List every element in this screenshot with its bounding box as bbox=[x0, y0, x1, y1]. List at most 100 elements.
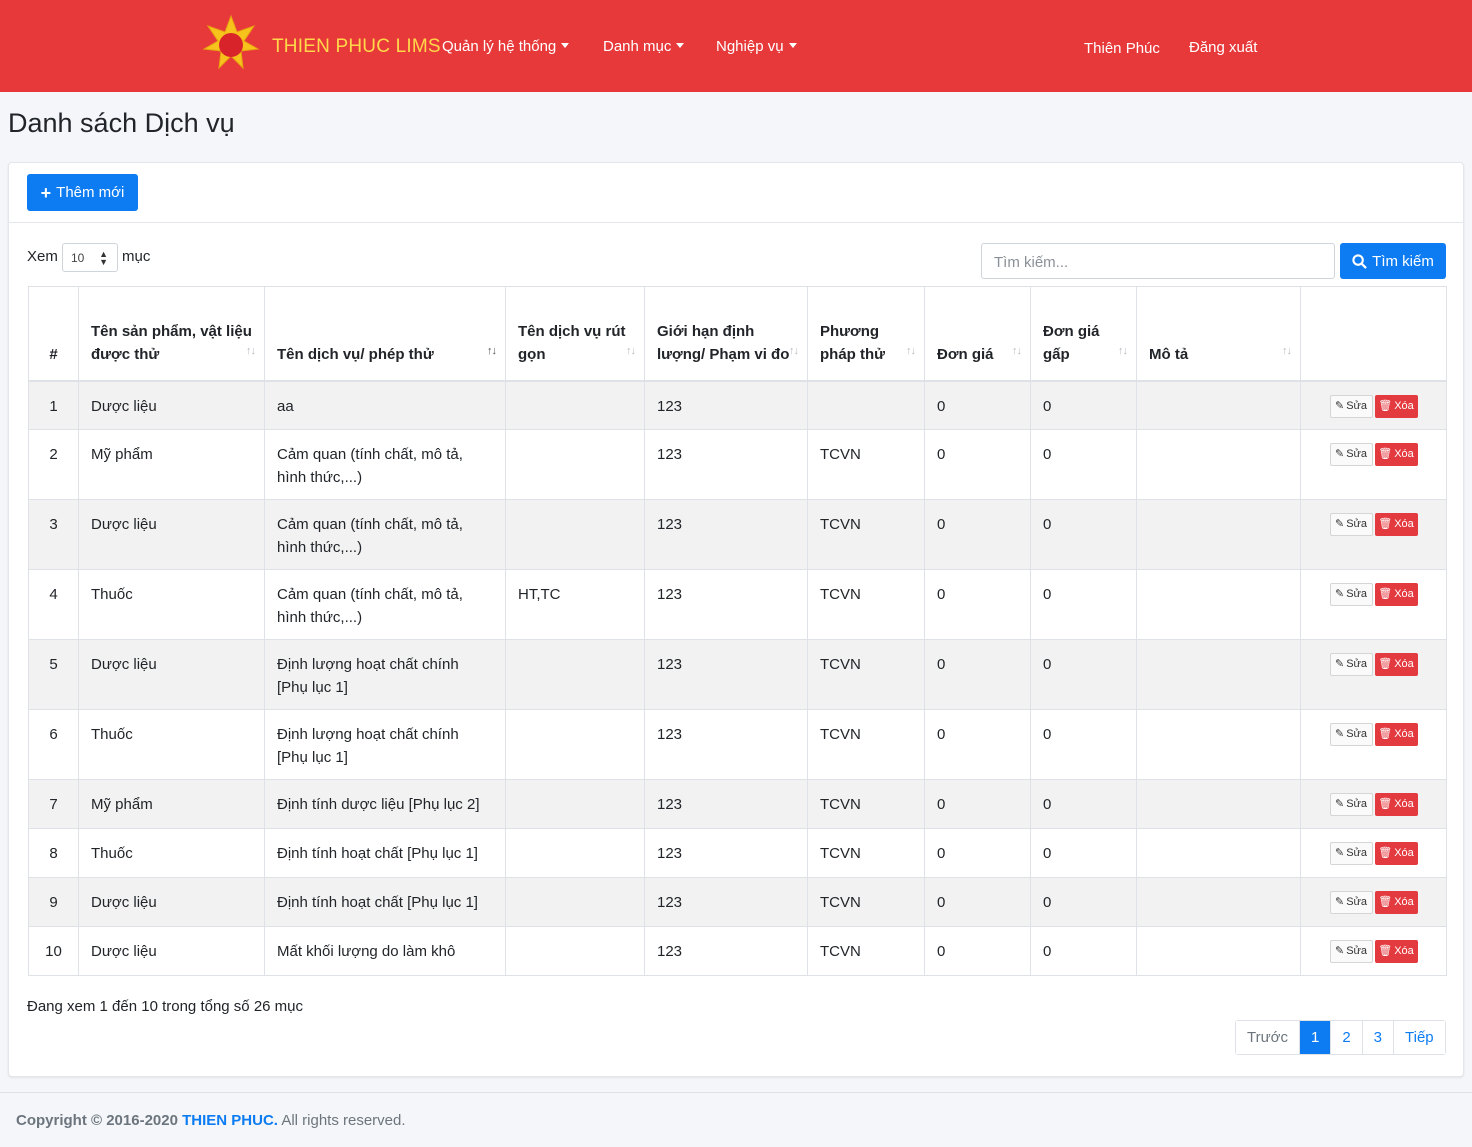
cell-short-name bbox=[505, 877, 645, 927]
sort-icon: ↑↓ bbox=[1282, 344, 1292, 357]
cell-limit: 123 bbox=[644, 429, 808, 500]
trash-icon: 🗑 bbox=[1378, 518, 1393, 530]
cell-short-name bbox=[505, 380, 645, 430]
cell-short-name bbox=[505, 499, 645, 570]
trash-icon: 🗑 bbox=[1378, 448, 1393, 460]
sort-icon: ↑↓ bbox=[246, 344, 256, 357]
menu-catalog[interactable]: Danh mục bbox=[603, 38, 685, 55]
cell-actions: ✎ Sửa 🗑 Xóa bbox=[1300, 828, 1447, 878]
cell-limit: 123 bbox=[644, 639, 808, 710]
edit-button[interactable]: ✎ Sửa bbox=[1329, 443, 1373, 466]
edit-button[interactable]: ✎ Sửa bbox=[1329, 891, 1373, 914]
col-header-method[interactable]: Phương pháp thử ↑↓ bbox=[807, 286, 925, 382]
cell-product: Dược liệu bbox=[78, 499, 265, 570]
cell-method: TCVN bbox=[807, 639, 925, 710]
cell-description bbox=[1136, 926, 1301, 976]
pagination-page-1[interactable]: 1 bbox=[1298, 1021, 1331, 1054]
cell-urgent-price: 0 bbox=[1030, 709, 1137, 780]
col-header-price[interactable]: Đơn giá ↑↓ bbox=[924, 286, 1031, 382]
cell-price: 0 bbox=[924, 877, 1031, 927]
footer-divider bbox=[0, 1092, 1472, 1093]
col-header-description[interactable]: Mô tả ↑↓ bbox=[1136, 286, 1301, 382]
search-icon bbox=[1352, 253, 1368, 269]
delete-button[interactable]: 🗑 Xóa bbox=[1374, 394, 1418, 418]
cell-limit: 123 bbox=[644, 499, 808, 570]
cell-method: TCVN bbox=[807, 779, 925, 829]
edit-button[interactable]: ✎ Sửa bbox=[1329, 583, 1373, 606]
table-row: 2 Mỹ phẩm Cảm quan (tính chất, mô tả, hình… bbox=[28, 429, 1447, 500]
edit-button[interactable]: ✎ Sửa bbox=[1329, 940, 1373, 963]
cell-description bbox=[1136, 639, 1301, 710]
cell-index: 9 bbox=[28, 877, 79, 927]
pagination-page-3[interactable]: 3 bbox=[1361, 1021, 1394, 1054]
delete-button[interactable]: 🗑 Xóa bbox=[1374, 443, 1418, 466]
cell-method: TCVN bbox=[807, 877, 925, 927]
cell-urgent-price: 0 bbox=[1030, 499, 1137, 570]
table-row: 6 Thuốc Định lượng hoạt chất chính [Phụ lụ… bbox=[28, 709, 1447, 780]
cell-method: TCVN bbox=[807, 926, 925, 976]
edit-button[interactable]: ✎ Sửa bbox=[1329, 394, 1373, 418]
table-row: 5 Dược liệu Định lượng hoạt chất chính [Ph… bbox=[28, 639, 1447, 710]
cell-service: Định tính hoạt chất [Phụ lục 1] bbox=[264, 828, 506, 878]
cell-price: 0 bbox=[924, 639, 1031, 710]
cell-service: Định lượng hoạt chất chính [Phụ lục 1] bbox=[264, 709, 506, 780]
col-header-index[interactable]: # bbox=[28, 286, 79, 382]
edit-button[interactable]: ✎ Sửa bbox=[1329, 793, 1373, 816]
delete-button[interactable]: 🗑 Xóa bbox=[1374, 891, 1418, 914]
chevron-down-icon bbox=[788, 43, 797, 48]
delete-button[interactable]: 🗑 Xóa bbox=[1374, 842, 1418, 865]
cell-index: 2 bbox=[28, 429, 79, 500]
cell-product: Thuốc bbox=[78, 569, 265, 640]
edit-button[interactable]: ✎ Sửa bbox=[1329, 723, 1373, 746]
logout-link[interactable]: Đăng xuất bbox=[1189, 39, 1257, 56]
cell-short-name bbox=[505, 779, 645, 829]
cell-service: Cảm quan (tính chất, mô tả, hình thức,..… bbox=[264, 569, 506, 640]
edit-button[interactable]: ✎ Sửa bbox=[1329, 842, 1373, 865]
brand-logo[interactable] bbox=[202, 14, 260, 76]
col-header-short-name[interactable]: Tên dịch vụ rút gọn ↑↓ bbox=[505, 286, 645, 382]
cell-service: Định tính hoạt chất [Phụ lục 1] bbox=[264, 877, 506, 927]
edit-icon: ✎ bbox=[1334, 518, 1345, 530]
cell-index: 8 bbox=[28, 828, 79, 878]
menu-operations[interactable]: Nghiệp vụ bbox=[716, 38, 797, 55]
pagination-next[interactable]: Tiếp bbox=[1393, 1021, 1445, 1054]
delete-button[interactable]: 🗑 Xóa bbox=[1374, 513, 1418, 536]
delete-button[interactable]: 🗑 Xóa bbox=[1374, 723, 1418, 746]
copyright: Copyright © 2016-2020 THIEN PHUC. All ri… bbox=[16, 1112, 406, 1129]
col-header-limit[interactable]: Giới hạn định lượng/ Phạm vi đo ↑↓ bbox=[644, 286, 808, 382]
pagination-page-2[interactable]: 2 bbox=[1330, 1021, 1362, 1054]
cell-urgent-price: 0 bbox=[1030, 380, 1137, 430]
pagination-prev[interactable]: Trước bbox=[1236, 1021, 1299, 1054]
cell-limit: 123 bbox=[644, 828, 808, 878]
cell-description bbox=[1136, 429, 1301, 500]
sort-icon: ↑↓ bbox=[487, 344, 497, 357]
search-input[interactable]: Tìm kiếm... bbox=[981, 243, 1335, 279]
cell-limit: 123 bbox=[644, 779, 808, 829]
delete-button[interactable]: 🗑 Xóa bbox=[1374, 583, 1418, 606]
menu-system-management[interactable]: Quản lý hệ thống bbox=[442, 38, 570, 55]
add-button[interactable]: + Thêm mới bbox=[27, 174, 138, 211]
table-row: 4 Thuốc Cảm quan (tính chất, mô tả, hình t… bbox=[28, 569, 1447, 640]
delete-button[interactable]: 🗑 Xóa bbox=[1374, 940, 1418, 963]
cell-product: Dược liệu bbox=[78, 926, 265, 976]
brand-name[interactable]: THIEN PHUC LIMS bbox=[272, 36, 441, 58]
cell-index: 1 bbox=[28, 380, 79, 430]
col-header-urgent-price[interactable]: Đơn giá gấp ↑↓ bbox=[1030, 286, 1137, 382]
trash-icon: 🗑 bbox=[1378, 945, 1393, 957]
search-button[interactable]: Tìm kiếm bbox=[1340, 243, 1446, 279]
cell-actions: ✎ Sửa 🗑 Xóa bbox=[1300, 429, 1447, 500]
col-header-service[interactable]: Tên dịch vụ/ phép thử ↑↓ bbox=[264, 286, 506, 382]
col-header-product[interactable]: Tên sản phẩm, vật liệu được thử ↑↓ bbox=[78, 286, 265, 382]
cell-index: 5 bbox=[28, 639, 79, 710]
cell-product: Dược liệu bbox=[78, 639, 265, 710]
trash-icon: 🗑 bbox=[1378, 658, 1393, 670]
delete-button[interactable]: 🗑 Xóa bbox=[1374, 653, 1418, 676]
cell-description bbox=[1136, 569, 1301, 640]
edit-button[interactable]: ✎ Sửa bbox=[1329, 513, 1373, 536]
edit-button[interactable]: ✎ Sửa bbox=[1329, 653, 1373, 676]
copyright-brand-link[interactable]: THIEN PHUC. bbox=[182, 1112, 278, 1129]
page-length-select[interactable]: 10 ▲ ▼ bbox=[62, 243, 118, 272]
cell-actions: ✎ Sửa 🗑 Xóa bbox=[1300, 877, 1447, 927]
delete-button[interactable]: 🗑 Xóa bbox=[1374, 793, 1418, 816]
user-link[interactable]: Thiên Phúc bbox=[1084, 40, 1160, 57]
